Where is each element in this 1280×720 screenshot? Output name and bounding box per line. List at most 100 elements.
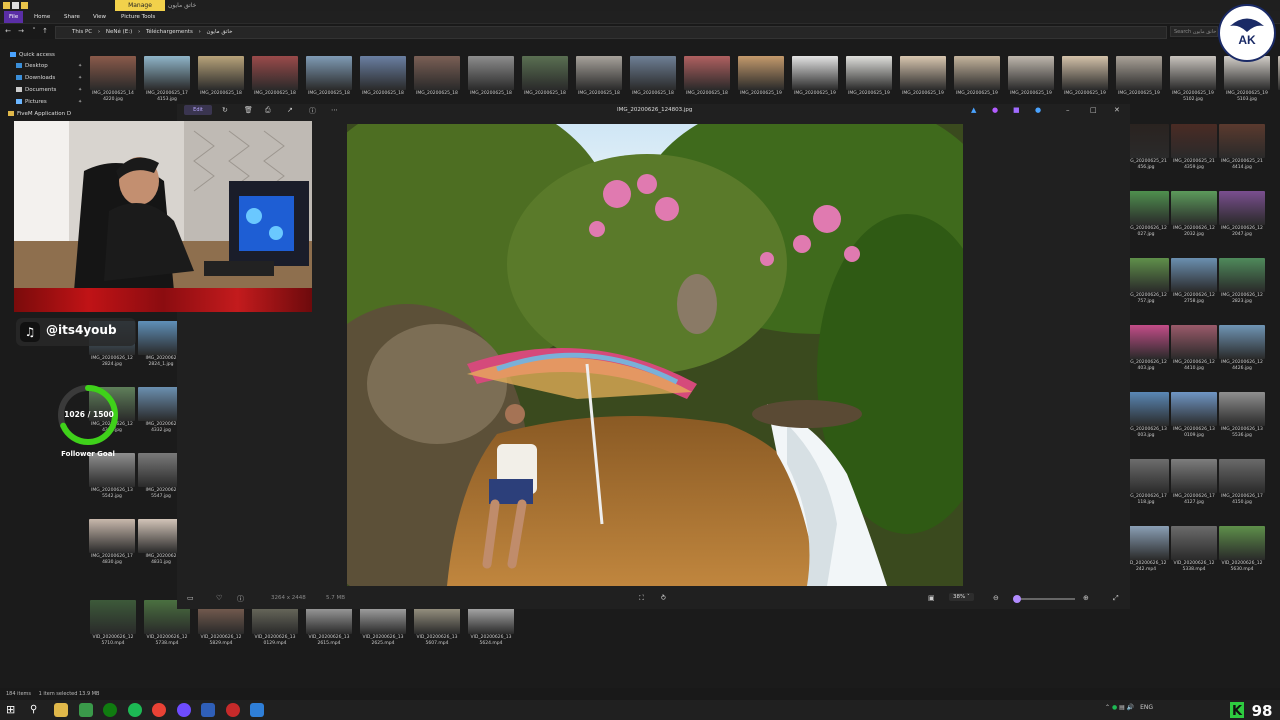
- fit-screen-icon[interactable]: ▣: [928, 594, 935, 602]
- forward-arrow-icon[interactable]: →: [16, 26, 26, 37]
- obs-icon[interactable]: [177, 703, 191, 717]
- file-thumbnail[interactable]: IMG_20200625_19: [1008, 56, 1054, 97]
- spotify-icon[interactable]: [128, 703, 142, 717]
- file-thumbnail[interactable]: IMG_20200626_13 5536.jpg: [1219, 392, 1265, 438]
- zoom-slider-handle[interactable]: [1013, 595, 1021, 603]
- back-arrow-icon[interactable]: ←: [3, 26, 13, 37]
- file-thumbnail[interactable]: IMG_20200625_19: [954, 56, 1000, 97]
- nav-item-quick-access[interactable]: Quick access: [10, 50, 55, 60]
- edit-button[interactable]: Edit: [184, 105, 212, 115]
- file-thumbnail[interactable]: IMG_20200626_13 0109.jpg: [1171, 392, 1217, 438]
- tab-manage[interactable]: Manage: [115, 0, 165, 11]
- minimize-icon[interactable]: –: [1066, 106, 1070, 114]
- file-thumbnail[interactable]: IMG_20200625_14 4220.jpg: [90, 56, 136, 102]
- tab-view[interactable]: View: [88, 11, 111, 23]
- breadcrumb-current-folder[interactable]: خاتق مايون: [207, 29, 233, 35]
- nav-item-downloads[interactable]: Downloads ✦: [16, 73, 82, 83]
- actual-size-icon[interactable]: ⥁: [661, 594, 666, 602]
- delete-icon[interactable]: 🗑: [244, 106, 253, 114]
- file-thumbnail[interactable]: IMG_20200626_12 4426.jpg: [1219, 325, 1265, 371]
- file-info-icon[interactable]: ⓘ: [237, 594, 244, 604]
- file-thumbnail[interactable]: IMG_20200625_19: [792, 56, 838, 97]
- address-bar[interactable]: This PC › NeNé (E:) › Téléchargements › …: [55, 26, 1167, 39]
- file-thumbnail[interactable]: IMG_20200626_12 2758.jpg: [1171, 258, 1217, 304]
- chrome-icon[interactable]: [152, 703, 166, 717]
- file-thumbnail[interactable]: IMG_20200626_17 4150.jpg: [1219, 459, 1265, 505]
- recording-app-icon[interactable]: [226, 703, 240, 717]
- zoom-slider[interactable]: [1015, 598, 1075, 600]
- app-icon[interactable]: [201, 703, 215, 717]
- network-icon[interactable]: ▤: [1119, 704, 1125, 711]
- file-thumbnail[interactable]: IMG_20200625_18: [414, 56, 460, 97]
- file-thumbnail[interactable]: IMG_20200625_18: [198, 56, 244, 97]
- up-arrow-icon[interactable]: ↑: [40, 26, 50, 37]
- maximize-icon[interactable]: □: [1090, 106, 1097, 114]
- app-icon-photos[interactable]: ●: [1035, 106, 1041, 114]
- store-icon[interactable]: [79, 703, 93, 717]
- nav-item-desktop[interactable]: Desktop ✦: [16, 61, 82, 71]
- file-thumbnail[interactable]: IMG_20200625_19: [738, 56, 784, 97]
- file-thumbnail[interactable]: IMG_20200625_17 4153.jpg: [144, 56, 190, 102]
- tab-home[interactable]: Home: [29, 11, 55, 23]
- tab-picture-tools[interactable]: Picture Tools: [116, 11, 160, 23]
- fullscreen-icon[interactable]: ⤢: [1113, 594, 1119, 603]
- file-thumbnail[interactable]: IMG_20200625_18: [684, 56, 730, 97]
- recent-chevron-icon[interactable]: ˅: [29, 26, 39, 37]
- file-thumbnail[interactable]: IMG_20200625_18: [522, 56, 568, 97]
- file-thumbnail[interactable]: IMG_20200626_12 2032.jpg: [1171, 191, 1217, 237]
- file-thumbnail[interactable]: IMG_20200625_18: [252, 56, 298, 97]
- file-thumbnail[interactable]: VID_20200626_12 5710.mp4: [90, 600, 136, 646]
- file-thumbnail[interactable]: VID_20200626_12 5338.mp4: [1171, 526, 1217, 572]
- breadcrumb-downloads[interactable]: Téléchargements: [146, 29, 193, 35]
- file-thumbnail[interactable]: IMG_20200625_19: [900, 56, 946, 97]
- file-thumbnail[interactable]: IMG_20200625_19: [1116, 56, 1162, 97]
- file-explorer-icon[interactable]: [54, 703, 68, 717]
- file-thumbnail[interactable]: IMG_20200625_19: [1062, 56, 1108, 97]
- file-thumbnail[interactable]: IMG_20200625_19: [846, 56, 892, 97]
- file-thumbnail[interactable]: IMG_20200626_12 2047.jpg: [1219, 191, 1265, 237]
- print-icon[interactable]: ⎙: [265, 106, 271, 115]
- favorite-heart-icon[interactable]: ♡: [216, 594, 222, 602]
- windows-start-icon[interactable]: ⊞: [6, 703, 20, 717]
- file-thumbnail[interactable]: IMG_20200625_19 5102.jpg: [1170, 56, 1216, 102]
- zoom-in-icon[interactable]: ⊕: [1083, 594, 1089, 602]
- search-icon[interactable]: ⚲: [30, 703, 44, 717]
- share-icon[interactable]: ↗: [287, 106, 293, 114]
- app-icon-paint[interactable]: ▲: [971, 106, 976, 114]
- file-thumbnail[interactable]: IMG_20200625_18: [306, 56, 352, 97]
- filmstrip-icon[interactable]: ▭: [187, 594, 194, 602]
- nav-item-fivem[interactable]: FiveM Application D: [8, 109, 71, 119]
- file-thumbnail[interactable]: IMG_20200625_21 4359.jpg: [1171, 124, 1217, 170]
- rotate-icon[interactable]: ↻: [222, 106, 228, 114]
- search-input[interactable]: Search خاتق مايون: [1170, 26, 1218, 37]
- nav-item-documents[interactable]: Documents ✦: [16, 85, 82, 95]
- file-thumbnail[interactable]: IMG_20200626_12 2823.jpg: [1219, 258, 1265, 304]
- nav-item-pictures[interactable]: Pictures ✦: [16, 97, 82, 107]
- language-indicator[interactable]: ENG: [1140, 704, 1153, 711]
- fit-window-icon[interactable]: ⛶: [639, 594, 644, 603]
- file-thumbnail[interactable]: IMG_20200625_18: [360, 56, 406, 97]
- file-thumbnail[interactable]: IMG_20200626_17 4127.jpg: [1171, 459, 1217, 505]
- file-thumbnail[interactable]: IMG_20200625_18: [576, 56, 622, 97]
- tab-file[interactable]: File: [4, 11, 24, 23]
- tray-chevron-icon[interactable]: ⌃: [1105, 704, 1110, 711]
- quick-access-toolbar-icon[interactable]: [12, 2, 19, 9]
- file-thumbnail[interactable]: IMG_20200626_17 4830.jpg: [89, 519, 135, 565]
- app-icon-clipchamp[interactable]: ●: [992, 106, 998, 114]
- xbox-icon[interactable]: [103, 703, 117, 717]
- spotify-tray-icon[interactable]: ●: [1112, 704, 1117, 711]
- file-thumbnail[interactable]: IMG_20200625_18: [630, 56, 676, 97]
- file-thumbnail[interactable]: IMG_20200626_12 4410.jpg: [1171, 325, 1217, 371]
- volume-icon[interactable]: 🔊: [1127, 704, 1134, 711]
- tab-share[interactable]: Share: [59, 11, 85, 23]
- app-icon-designer[interactable]: ■: [1013, 106, 1020, 114]
- file-thumbnail[interactable]: IMG_20200625_18: [468, 56, 514, 97]
- zoom-dropdown[interactable]: 38% ˅: [949, 593, 974, 601]
- new-folder-icon[interactable]: [21, 2, 28, 9]
- info-icon[interactable]: ⓘ: [309, 106, 316, 116]
- photos-app-icon[interactable]: [250, 703, 264, 717]
- file-thumbnail[interactable]: VID_20200626_12 5630.mp4: [1219, 526, 1265, 572]
- file-thumbnail[interactable]: IMG_20200626_13 5542.jpg: [89, 453, 135, 499]
- breadcrumb-drive[interactable]: NeNé (E:): [106, 29, 132, 35]
- close-icon[interactable]: ✕: [1114, 106, 1120, 114]
